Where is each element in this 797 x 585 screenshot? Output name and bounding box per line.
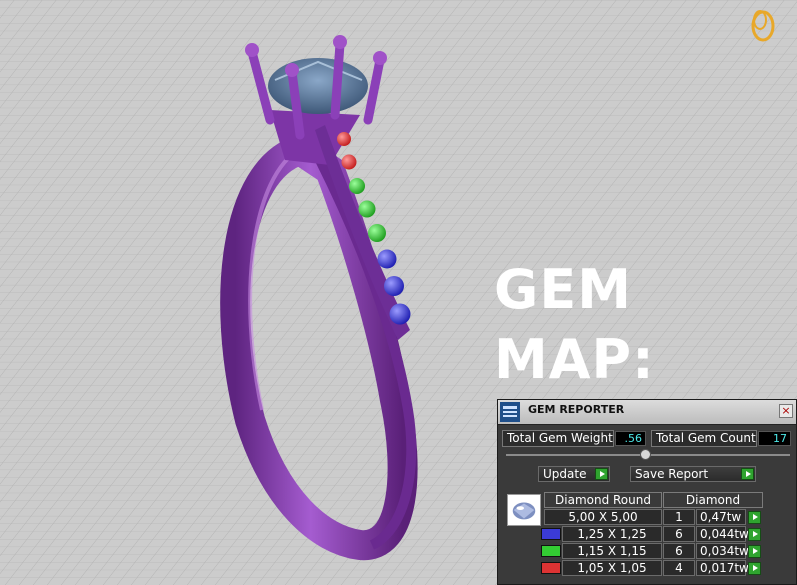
- play-arrow-icon: [741, 468, 754, 480]
- row-weight: 0,017tw: [696, 560, 749, 576]
- row-count: 1: [663, 509, 695, 525]
- row-action-button[interactable]: [748, 562, 761, 575]
- row-size: 1,15 X 1,15: [562, 543, 662, 559]
- close-icon[interactable]: ×: [779, 404, 793, 418]
- gem-map-title-line1: GEM: [494, 258, 632, 321]
- row-action-button[interactable]: [748, 545, 761, 558]
- gold-ring-logo-icon: [751, 10, 775, 42]
- gem-reporter-panel: GEM REPORTER × Total Gem Weight .56 Tota…: [497, 399, 797, 585]
- column-header-material: Diamond: [663, 492, 763, 508]
- row-count: 4: [663, 560, 695, 576]
- row-count: 6: [663, 543, 695, 559]
- update-button-label: Update: [543, 467, 587, 481]
- play-arrow-icon: [595, 468, 608, 480]
- column-header-shape: Diamond Round: [544, 492, 662, 508]
- color-swatch-red[interactable]: [541, 562, 561, 574]
- row-weight: 0,044tw: [696, 526, 749, 542]
- save-report-button-label: Save Report: [635, 467, 709, 481]
- total-gem-count-value: 17: [758, 431, 791, 446]
- row-size: 5,00 X 5,00: [544, 509, 662, 525]
- save-report-button[interactable]: Save Report: [630, 466, 756, 482]
- slider-knob[interactable]: [640, 449, 651, 460]
- diamond-round-thumbnail-icon[interactable]: [507, 494, 541, 526]
- gem-reporter-app-icon: [500, 402, 520, 422]
- row-action-button[interactable]: [748, 528, 761, 541]
- gem-map-title-line2: MAP:: [494, 328, 655, 391]
- row-weight: 0,034tw: [696, 543, 749, 559]
- row-count: 6: [663, 526, 695, 542]
- color-swatch-blue[interactable]: [541, 528, 561, 540]
- row-size: 1,25 X 1,25: [562, 526, 662, 542]
- update-button[interactable]: Update: [538, 466, 610, 482]
- panel-titlebar[interactable]: GEM REPORTER ×: [498, 400, 796, 425]
- row-weight: 0,47tw: [696, 509, 746, 525]
- total-gem-weight-value: .56: [615, 431, 646, 446]
- total-gem-count-label: Total Gem Count: [651, 430, 757, 447]
- panel-title: GEM REPORTER: [528, 403, 625, 416]
- row-action-button[interactable]: [748, 511, 761, 524]
- color-swatch-green[interactable]: [541, 545, 561, 557]
- total-gem-weight-label: Total Gem Weight: [502, 430, 614, 447]
- row-size: 1,05 X 1,05: [562, 560, 662, 576]
